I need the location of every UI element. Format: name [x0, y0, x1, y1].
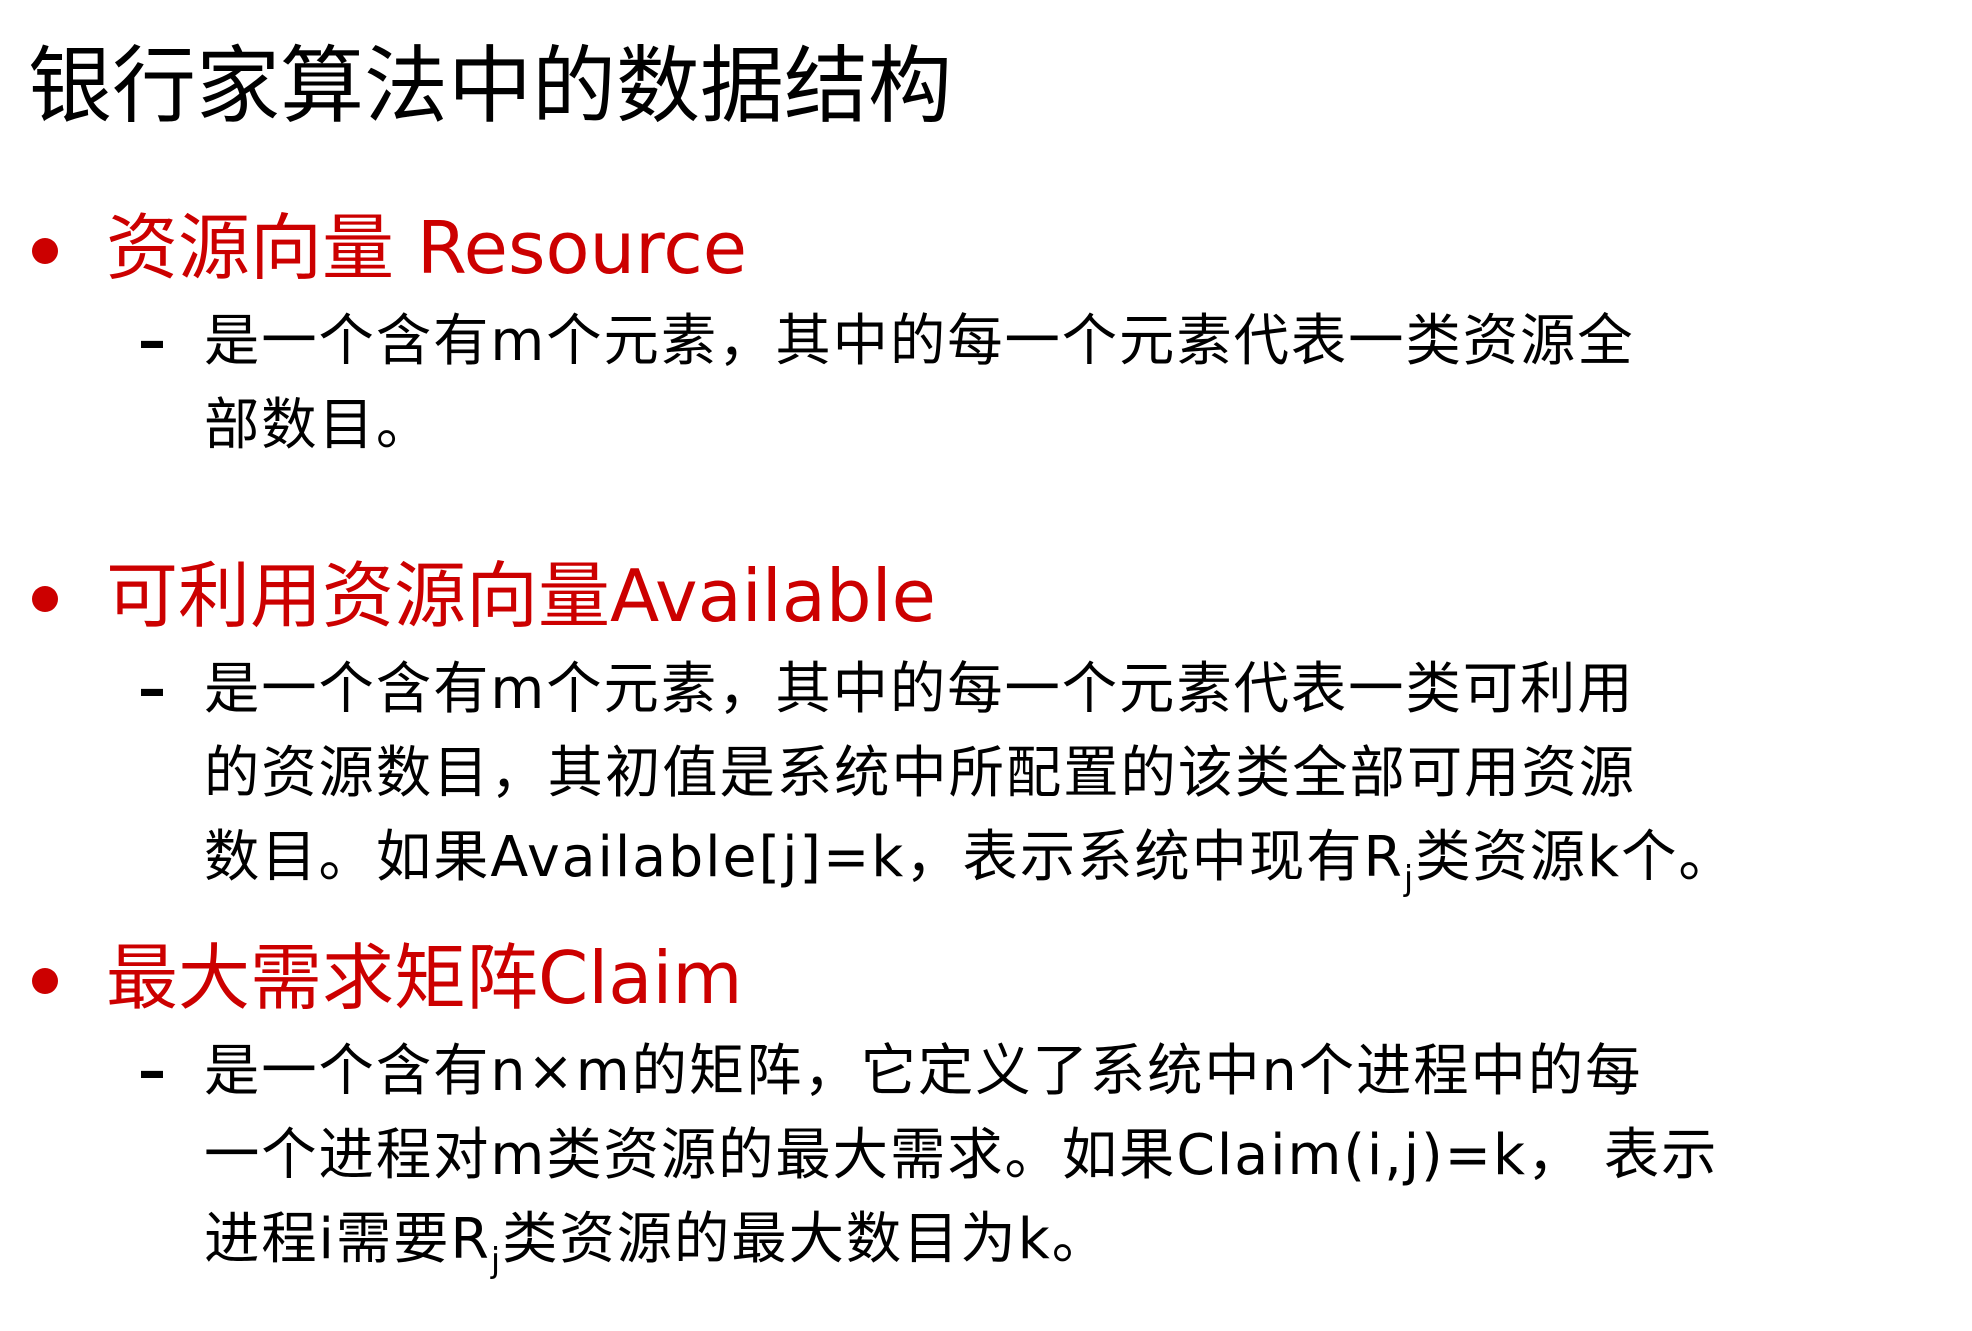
sub-line: 进程i需要Rj类资源的最大数目为k。	[204, 1198, 1950, 1282]
bullet-heading: 可利用资源向量Available	[106, 554, 936, 638]
dash-icon: –	[138, 1039, 166, 1104]
section-resource: 资源向量 Resource – 是一个含有m个元素，其中的每一个元素代表一类资源…	[0, 200, 1972, 468]
sub-item: – 是一个含有n×m的矩阵，它定义了系统中n个进程中的每 一个进程对m类资源的最…	[0, 1030, 1972, 1282]
subscript: j	[490, 1241, 503, 1281]
sub-line: 数目。如果Available[j]=k，表示系统中现有Rj类资源k个。	[204, 816, 1950, 900]
sub-line: 的资源数目，其初值是系统中所配置的该类全部可用资源	[204, 741, 1637, 806]
sub-line-text: 类资源k个。	[1415, 825, 1736, 890]
bullet-dot-icon	[32, 968, 58, 994]
sub-line: 是一个含有m个元素，其中的每一个元素代表一类可利用	[204, 657, 1635, 722]
bullet-dot-icon	[32, 238, 58, 264]
sub-line-text: 类资源的最大数目为k。	[502, 1207, 1109, 1272]
bullet-heading: 最大需求矩阵Claim	[106, 936, 743, 1020]
section-available: 可利用资源向量Available – 是一个含有m个元素，其中的每一个元素代表一…	[0, 548, 1972, 900]
sub-item: – 是一个含有m个元素，其中的每一个元素代表一类资源全 部数目。	[0, 300, 1972, 468]
slide-title: 银行家算法中的数据结构	[28, 37, 953, 135]
bullet-row: 最大需求矩阵Claim	[0, 930, 1972, 1026]
sub-line: 是一个含有n×m的矩阵，它定义了系统中n个进程中的每	[204, 1039, 1643, 1104]
dash-icon: –	[138, 309, 166, 374]
bullet-heading: 资源向量 Resource	[106, 206, 748, 290]
subscript: j	[1403, 859, 1416, 899]
sub-line-text: 进程i需要R	[204, 1207, 491, 1272]
sub-item: – 是一个含有m个元素，其中的每一个元素代表一类可利用 的资源数目，其初值是系统…	[0, 648, 1972, 900]
sub-line: 是一个含有m个元素，其中的每一个元素代表一类资源全	[204, 309, 1635, 374]
sub-line: 部数目。	[204, 393, 434, 458]
section-claim: 最大需求矩阵Claim – 是一个含有n×m的矩阵，它定义了系统中n个进程中的每…	[0, 930, 1972, 1282]
bullet-dot-icon	[32, 586, 58, 612]
sub-line-text: 数目。如果Available[j]=k，表示系统中现有R	[204, 825, 1404, 890]
sub-line: 一个进程对m类资源的最大需求。如果Claim(i,j)=k， 表示	[204, 1123, 1719, 1188]
bullet-row: 资源向量 Resource	[0, 200, 1972, 296]
bullet-row: 可利用资源向量Available	[0, 548, 1972, 644]
slide: 银行家算法中的数据结构 资源向量 Resource – 是一个含有m个元素，其中…	[0, 0, 1972, 1331]
dash-icon: –	[138, 657, 166, 722]
